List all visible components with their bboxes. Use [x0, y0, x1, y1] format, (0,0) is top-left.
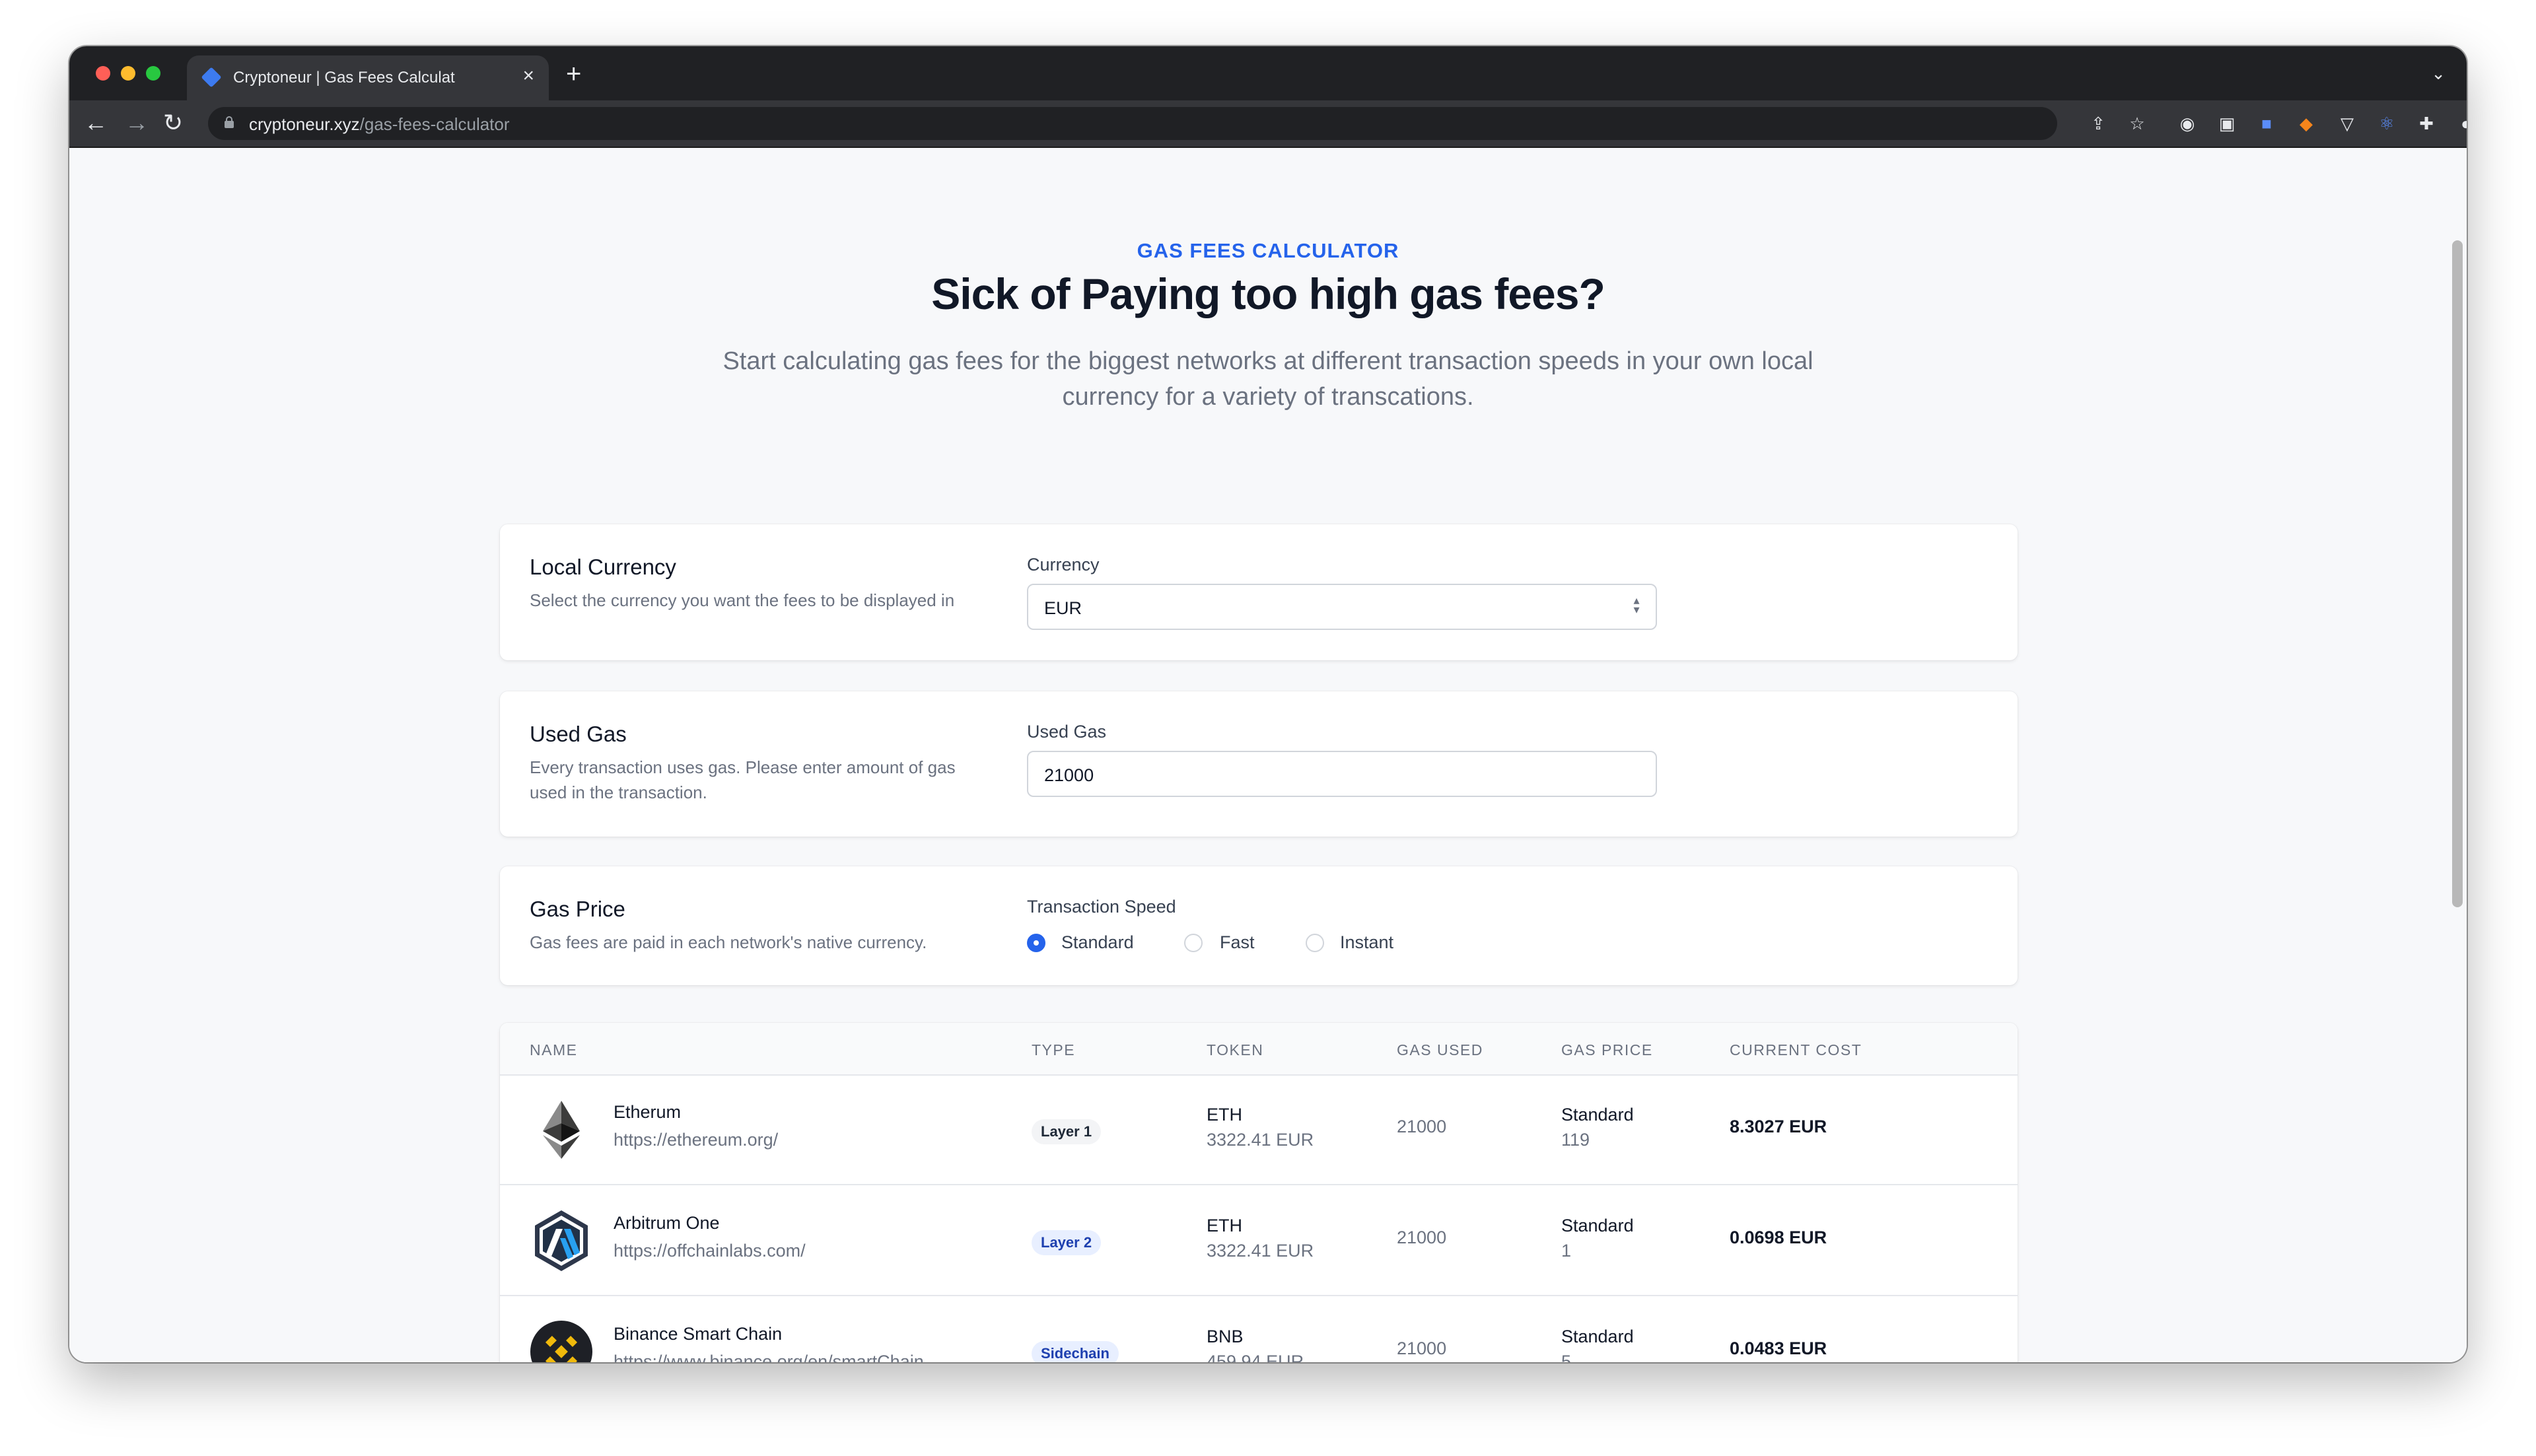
- token-symbol: ETH: [1207, 1105, 1242, 1125]
- column-header-type: TYPE: [1032, 1041, 1076, 1058]
- gas-price-title: Gas Price: [530, 897, 625, 921]
- arbitrum-logo-icon: [535, 1210, 588, 1271]
- tab-active[interactable]: Cryptoneur | Gas Fees Calculat ×: [187, 55, 549, 100]
- used-gas-label: Used Gas: [1027, 722, 1107, 742]
- back-arrow-icon[interactable]: ←: [84, 108, 108, 137]
- column-header-gas-used: GAS USED: [1397, 1041, 1483, 1058]
- local-currency-description: Select the currency you want the fees to…: [530, 590, 955, 610]
- radio-instant[interactable]: [1306, 934, 1324, 952]
- network-name: Etherum: [614, 1102, 682, 1122]
- local-currency-title: Local Currency: [530, 555, 676, 579]
- token-symbol: ETH: [1207, 1216, 1242, 1235]
- page-eyebrow: GAS FEES CALCULATOR: [1137, 239, 1399, 262]
- column-header-token: TOKEN: [1207, 1041, 1264, 1058]
- radio-standard[interactable]: [1027, 934, 1045, 952]
- table-row[interactable]: Etherum https://ethereum.org/ Layer 1 ET…: [500, 1074, 2018, 1185]
- networks-table: NAME TYPE TOKEN GAS USED GAS PRICE CURRE…: [500, 1023, 2018, 1362]
- radio-fast-label[interactable]: Fast: [1220, 932, 1255, 953]
- tab-search-chevron-icon[interactable]: ⌄: [2431, 63, 2446, 84]
- favicon-icon: [201, 67, 222, 88]
- bookmark-star-icon[interactable]: ☆: [2126, 112, 2148, 135]
- binance-logo-icon: [530, 1321, 592, 1362]
- used-gas-description: Every transaction uses gas. Please enter…: [530, 757, 956, 802]
- gas-price-speed: Standard: [1561, 1216, 1634, 1235]
- browser-window: Cryptoneur | Gas Fees Calculat × + ⌄ ← →…: [69, 46, 2467, 1362]
- token-symbol: BNB: [1207, 1327, 1244, 1346]
- url-path: /gas-fees-calculator: [359, 114, 510, 134]
- local-currency-card: Local Currency Select the currency you w…: [500, 524, 2018, 660]
- current-cost-value: 0.0483 EUR: [1730, 1338, 1827, 1358]
- network-name: Binance Smart Chain: [614, 1324, 783, 1344]
- gas-price-speed: Standard: [1561, 1327, 1634, 1346]
- token-price: 3322.41 EUR: [1207, 1130, 1314, 1150]
- page-scrollbar[interactable]: [2452, 240, 2463, 907]
- gas-used-value: 21000: [1397, 1338, 1447, 1358]
- gas-price-speed: Standard: [1561, 1105, 1634, 1125]
- ethereum-logo-icon: [543, 1101, 580, 1159]
- token-price: 3322.41 EUR: [1207, 1241, 1314, 1261]
- reload-icon[interactable]: ↻: [163, 108, 183, 137]
- gas-price-value: 119: [1561, 1130, 1590, 1150]
- table-row[interactable]: Binance Smart Chain https://www.binance.…: [500, 1296, 2018, 1362]
- current-cost-value: 0.0698 EUR: [1730, 1228, 1827, 1247]
- radio-standard-label[interactable]: Standard: [1061, 932, 1134, 953]
- currency-label: Currency: [1027, 555, 1100, 574]
- network-url[interactable]: https://ethereum.org/: [614, 1130, 778, 1150]
- used-gas-title: Used Gas: [530, 722, 627, 746]
- column-header-name: NAME: [530, 1041, 578, 1058]
- new-tab-icon[interactable]: +: [566, 61, 581, 87]
- network-url[interactable]: https://offchainlabs.com/: [614, 1241, 806, 1261]
- extension-react-icon[interactable]: ⚛: [2376, 112, 2398, 135]
- token-price: 459.94 EUR: [1207, 1352, 1304, 1362]
- page-title: Sick of Paying too high gas fees?: [931, 269, 1605, 318]
- browser-toolbar: ← → ↻ cryptoneur.xyz/gas-fees-calculator…: [69, 100, 2467, 148]
- gas-used-value: 21000: [1397, 1117, 1447, 1136]
- network-type-badge: Layer 1: [1032, 1119, 1102, 1144]
- profile-avatar-icon[interactable]: ●: [2455, 112, 2467, 135]
- gas-price-value: 5: [1561, 1352, 1572, 1362]
- extensions-puzzle-icon[interactable]: ✚: [2415, 112, 2438, 135]
- maximize-window-button[interactable]: [146, 66, 160, 81]
- tab-strip: Cryptoneur | Gas Fees Calculat × + ⌄: [69, 46, 2467, 100]
- currency-select[interactable]: EUR ▴ ▾: [1027, 584, 1657, 630]
- gas-used-value: 21000: [1397, 1228, 1447, 1247]
- network-type-badge: Sidechain: [1032, 1341, 1119, 1362]
- used-gas-card: Used Gas Every transaction uses gas. Ple…: [500, 691, 2018, 837]
- gas-price-description: Gas fees are paid in each network's nati…: [530, 932, 927, 952]
- network-url[interactable]: https://www.binance.org/en/smartChain: [614, 1352, 924, 1362]
- radio-fast[interactable]: [1184, 934, 1203, 952]
- extension-notion-icon[interactable]: ▣: [2216, 112, 2238, 135]
- select-chevron-icon: ▴ ▾: [1633, 594, 1640, 616]
- tab-title: Cryptoneur | Gas Fees Calculat: [233, 69, 455, 87]
- close-window-button[interactable]: [96, 66, 110, 81]
- share-icon[interactable]: ⇪: [2087, 112, 2109, 135]
- extension-v-icon[interactable]: ▽: [2336, 112, 2358, 135]
- network-type-badge: Layer 2: [1032, 1230, 1102, 1255]
- lock-icon: [225, 116, 234, 128]
- transaction-speed-label: Transaction Speed: [1027, 897, 1176, 917]
- table-row[interactable]: Arbitrum One https://offchainlabs.com/ L…: [500, 1185, 2018, 1296]
- page-subtitle: Start calculating gas fees for the bigge…: [722, 347, 1814, 411]
- forward-arrow-icon[interactable]: →: [125, 108, 149, 137]
- extension-metamask-icon[interactable]: ◆: [2295, 112, 2317, 135]
- table-header: NAME TYPE TOKEN GAS USED GAS PRICE CURRE…: [500, 1023, 2018, 1076]
- column-header-current-cost: CURRENT COST: [1730, 1041, 1862, 1058]
- used-gas-input[interactable]: 21000: [1027, 751, 1657, 797]
- minimize-window-button[interactable]: [121, 66, 135, 81]
- address-bar[interactable]: cryptoneur.xyz/gas-fees-calculator: [208, 107, 2057, 140]
- current-cost-value: 8.3027 EUR: [1730, 1117, 1827, 1136]
- column-header-gas-price: GAS PRICE: [1561, 1041, 1653, 1058]
- used-gas-value: 21000: [1044, 765, 1094, 785]
- network-name: Arbitrum One: [614, 1213, 720, 1233]
- gas-price-card: Gas Price Gas fees are paid in each netw…: [500, 866, 2018, 985]
- page-content: GAS FEES CALCULATOR Sick of Paying too h…: [69, 148, 2467, 1362]
- url-host: cryptoneur.xyz: [249, 114, 360, 134]
- radio-instant-label[interactable]: Instant: [1340, 932, 1393, 953]
- extension-wallet-icon[interactable]: ■: [2255, 112, 2278, 135]
- url-text: cryptoneur.xyz/gas-fees-calculator: [249, 114, 510, 135]
- currency-selected-value: EUR: [1044, 598, 1082, 618]
- gas-price-value: 1: [1561, 1241, 1572, 1261]
- extension-grammarly-icon[interactable]: ◉: [2176, 112, 2199, 135]
- tab-close-icon[interactable]: ×: [522, 66, 534, 86]
